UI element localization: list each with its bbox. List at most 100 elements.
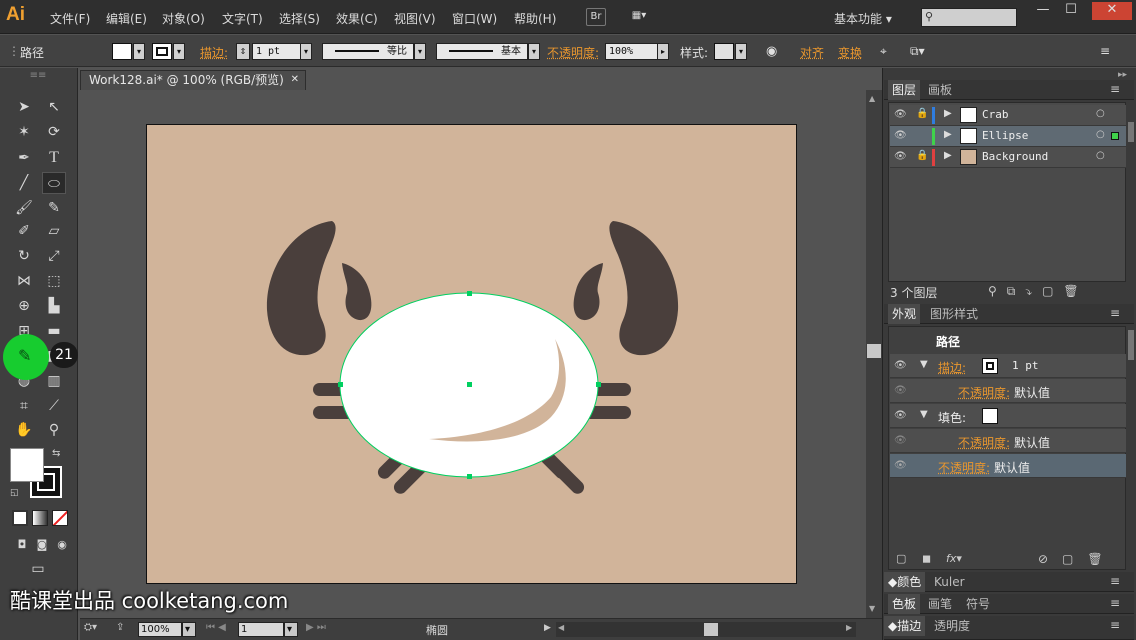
appearance-fill-opacity-row[interactable]: 👁 不透明度: 默认值: [890, 429, 1126, 453]
scroll-left-icon[interactable]: ◀: [558, 623, 564, 632]
fx-button[interactable]: fx▾: [946, 552, 962, 565]
menu-effect[interactable]: 效果(C): [336, 10, 378, 27]
paintbrush-tool-icon[interactable]: 🖌: [12, 197, 36, 219]
horizontal-scrollbar[interactable]: ◀ ▶: [556, 622, 856, 637]
magic-wand-tool-icon[interactable]: ✶: [12, 121, 36, 143]
stroke-weight-field[interactable]: 1 pt: [252, 43, 302, 60]
add-stroke-icon[interactable]: ▢: [896, 552, 906, 565]
tab-artboards[interactable]: 画板: [924, 80, 956, 100]
stroke-weight-stepper[interactable]: ⇕: [236, 43, 250, 60]
hand-tool-icon[interactable]: ✋: [12, 419, 36, 441]
tab-graphic-styles[interactable]: 图形样式: [926, 304, 982, 324]
draw-inside-icon[interactable]: ◉: [50, 534, 74, 556]
visibility-eye-icon[interactable]: 👁: [894, 460, 907, 471]
pencil-tool-icon[interactable]: ✎: [42, 197, 66, 219]
appearance-fill-row[interactable]: 👁 ▼ 填色:: [890, 404, 1126, 428]
color-menu-icon[interactable]: ≡: [1110, 574, 1120, 588]
layers-scroll-thumb[interactable]: [1128, 122, 1134, 142]
target-circle-icon[interactable]: ○: [1096, 150, 1105, 161]
direct-selection-tool-icon[interactable]: ↖: [42, 96, 66, 118]
eyedropper-tool-highlight[interactable]: ✎: [3, 334, 49, 380]
hscroll-thumb[interactable]: [704, 623, 718, 636]
menu-file[interactable]: 文件(F): [50, 10, 90, 27]
status-menu-arrow[interactable]: ▶: [544, 623, 551, 633]
device-icon[interactable]: ⛭▾: [84, 622, 97, 633]
slice-tool-icon[interactable]: ⟋: [42, 395, 66, 417]
zoom-tool-icon[interactable]: ⚲: [42, 419, 66, 441]
menu-window[interactable]: 窗口(W): [452, 10, 497, 27]
selection-tool-icon[interactable]: ➤: [12, 96, 36, 118]
fill-color-box[interactable]: [10, 448, 44, 482]
workspace-switcher[interactable]: 基本功能 ▾: [834, 10, 892, 27]
fill-dropdown[interactable]: ▾: [133, 43, 145, 60]
menu-help[interactable]: 帮助(H): [514, 10, 556, 27]
close-button[interactable]: ✕: [1092, 2, 1132, 20]
stroke-swatch[interactable]: [152, 43, 172, 60]
profile-dropdown[interactable]: ▾: [414, 43, 426, 60]
lock-icon[interactable]: 🔒: [916, 150, 928, 161]
line-tool-icon[interactable]: ╱: [12, 172, 36, 194]
gradient-tool-icon[interactable]: ▬: [42, 320, 66, 342]
minimize-button[interactable]: —: [1028, 2, 1058, 20]
blob-brush-tool-icon[interactable]: ✐: [12, 220, 36, 242]
close-document-icon[interactable]: ✕: [291, 71, 299, 89]
brush-definition[interactable]: 基本: [436, 43, 528, 60]
tab-brushes[interactable]: 画笔: [924, 594, 956, 614]
type-tool-icon[interactable]: T: [42, 147, 66, 169]
expand-triangle-icon[interactable]: ▶: [944, 108, 952, 119]
expand-triangle-icon[interactable]: ▼: [920, 359, 928, 370]
expand-triangle-icon[interactable]: ▼: [920, 409, 928, 420]
variable-width-profile[interactable]: 等比: [322, 43, 414, 60]
tab-swatches[interactable]: 色板: [888, 594, 921, 614]
artboard[interactable]: [146, 124, 797, 584]
share-icon[interactable]: ⇪: [116, 622, 124, 633]
zoom-field[interactable]: 100%: [138, 622, 182, 637]
document-tab[interactable]: Work128.ai* @ 100% (RGB/预览) ✕: [80, 70, 306, 90]
tab-transparency[interactable]: 透明度: [930, 616, 974, 636]
collapse-panels-icon[interactable]: ▸▸: [1118, 70, 1127, 80]
add-fill-icon[interactable]: ◼: [922, 552, 931, 565]
arrange-icon[interactable]: ⧉▾: [910, 44, 925, 59]
maximize-button[interactable]: ☐: [1056, 2, 1086, 20]
ellipse-tool-icon[interactable]: ⬭: [42, 172, 66, 194]
visibility-eye-icon[interactable]: 👁: [894, 435, 907, 446]
width-tool-icon[interactable]: ⋈: [12, 270, 36, 292]
stroke-opacity-label[interactable]: 不透明度:: [958, 384, 1010, 401]
color-mode-icon[interactable]: [12, 510, 28, 526]
visibility-eye-icon[interactable]: 👁: [894, 109, 907, 120]
tab-color[interactable]: ◆颜色: [884, 572, 926, 592]
tab-stroke[interactable]: ◆描边: [884, 616, 926, 636]
layer-row-crab[interactable]: 👁 🔒 ▶ Crab ○: [890, 105, 1126, 126]
arrange-documents-icon[interactable]: ▦▾: [625, 8, 653, 26]
swatches-menu-icon[interactable]: ≡: [1110, 596, 1120, 610]
layer-row-background[interactable]: 👁 🔒 ▶ Background ○: [890, 147, 1126, 168]
appearance-stroke-row[interactable]: 👁 ▼ 描边: 1 pt: [890, 354, 1126, 378]
layer-row-ellipse[interactable]: 👁 ▶ Ellipse ○: [890, 126, 1126, 147]
swap-colors-icon[interactable]: ⇆: [52, 448, 60, 459]
none-mode-icon[interactable]: [52, 510, 68, 526]
brush-dropdown[interactable]: ▾: [528, 43, 540, 60]
transform-link[interactable]: 变换: [838, 44, 862, 61]
scroll-right-icon[interactable]: ▶: [846, 623, 852, 632]
visibility-eye-icon[interactable]: 👁: [894, 130, 907, 141]
fill-opacity-label[interactable]: 不透明度:: [958, 434, 1010, 451]
screen-mode-icon[interactable]: ▭: [26, 558, 50, 580]
stroke-label[interactable]: 描边:: [938, 359, 966, 376]
scroll-up-icon[interactable]: ▲: [869, 94, 875, 103]
target-circle-icon[interactable]: ○: [1096, 108, 1105, 119]
fill-swatch[interactable]: [982, 408, 998, 424]
zoom-dropdown[interactable]: ▾: [182, 622, 196, 637]
scroll-thumb[interactable]: [867, 344, 881, 358]
visibility-eye-icon[interactable]: 👁: [894, 151, 907, 162]
opacity-field[interactable]: 100%: [605, 43, 659, 60]
visibility-eye-icon[interactable]: 👁: [894, 410, 907, 421]
isolate-icon[interactable]: ⌖: [880, 44, 887, 59]
recolor-artwork-icon[interactable]: ◉: [766, 44, 777, 59]
menu-edit[interactable]: 编辑(E): [106, 10, 147, 27]
eraser-tool-icon[interactable]: ▱: [42, 220, 66, 242]
menu-select[interactable]: 选择(S): [279, 10, 320, 27]
gradient-mode-icon[interactable]: [32, 510, 48, 526]
column-graph-tool-icon[interactable]: ▥: [42, 370, 66, 392]
menu-view[interactable]: 视图(V): [394, 10, 436, 27]
menu-object[interactable]: 对象(O): [162, 10, 205, 27]
